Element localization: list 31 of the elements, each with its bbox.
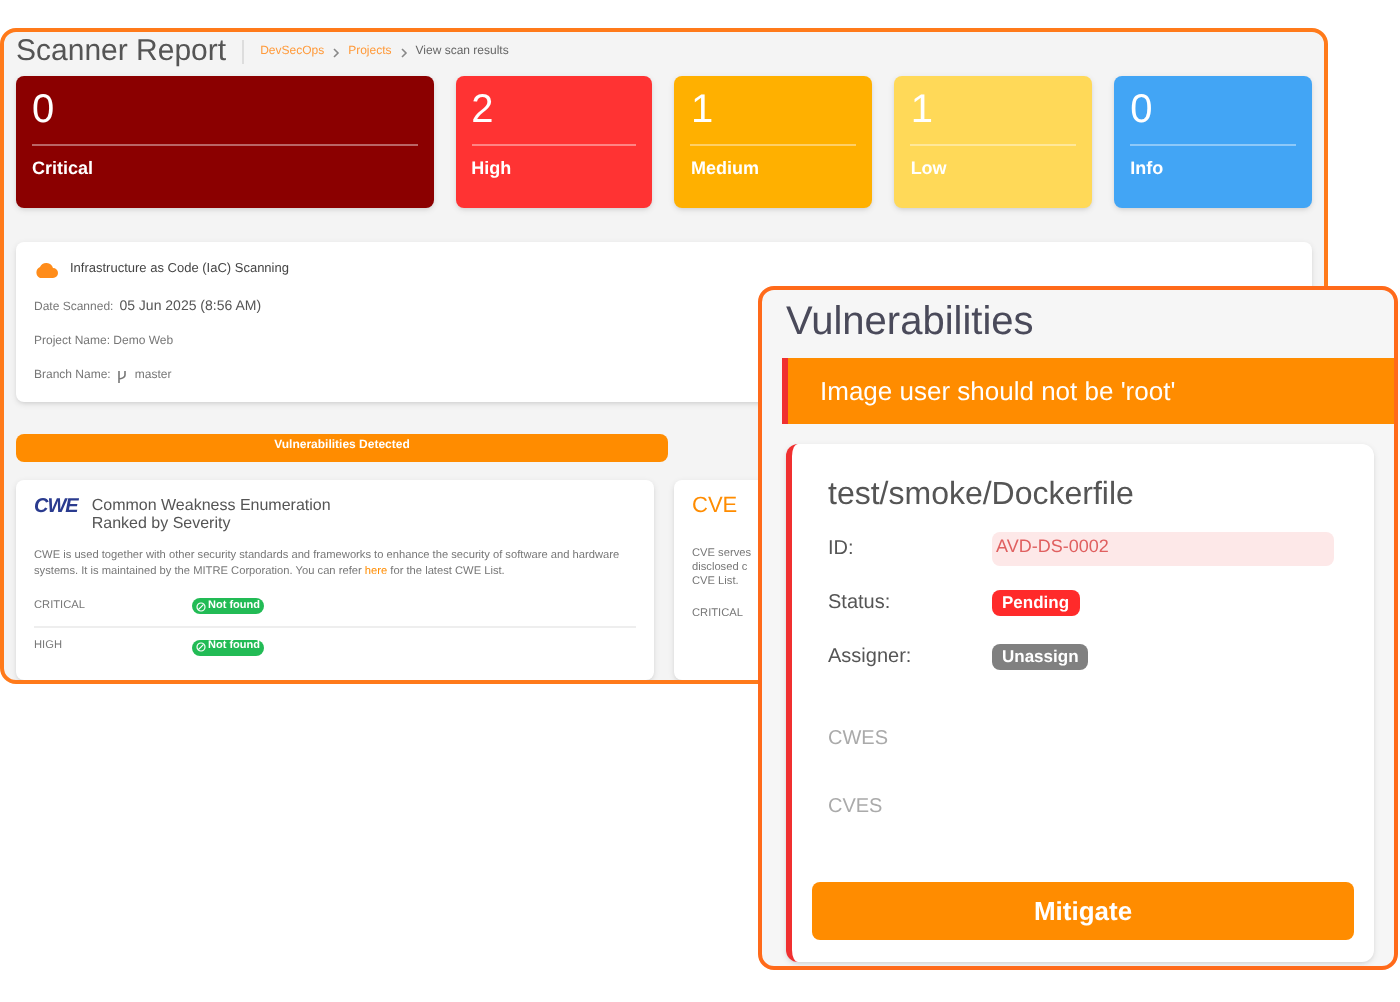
severity-label: Medium	[690, 156, 761, 182]
severity-label: Low	[910, 156, 949, 182]
card-title: Ranked by Severity	[91, 514, 233, 532]
severity-count: 2	[471, 86, 496, 136]
cwe-logo: CWE	[34, 498, 78, 518]
field-label: ID:	[828, 535, 856, 563]
chevron-icon	[332, 47, 341, 57]
branch-icon	[116, 370, 129, 385]
section-heading: CWES	[828, 726, 888, 754]
cloud-icon	[34, 261, 58, 278]
severity-count: 0	[1130, 86, 1155, 136]
file-path: test/smoke/Dockerfile	[828, 476, 1136, 516]
field-label: Status:	[828, 589, 893, 617]
mitigate-button[interactable]: Mitigate	[812, 882, 1354, 940]
card-title: Common Weakness Enumeration	[91, 496, 331, 514]
cve-logo: CVE	[692, 496, 738, 518]
assignee-badge: Unassign	[992, 643, 1089, 669]
section-heading: CVES	[828, 794, 883, 822]
severity-label: Info	[1130, 156, 1166, 182]
id-value: AVD-DS-0002	[992, 531, 1334, 565]
alert-banner: Image user should not be 'root'	[782, 358, 1394, 424]
status-badge: Pending	[992, 589, 1080, 615]
severity-label: Critical	[32, 156, 96, 182]
window-title: Vulnerabilities	[784, 298, 1036, 348]
page-title: Scanner Report	[16, 32, 227, 72]
severity-label: High	[471, 156, 514, 182]
severity-count: 0	[32, 86, 57, 136]
severity-count: 1	[690, 86, 716, 136]
severity-count: 1	[910, 86, 935, 136]
field-label: Assigner:	[828, 643, 914, 671]
chevron-icon	[399, 47, 408, 57]
